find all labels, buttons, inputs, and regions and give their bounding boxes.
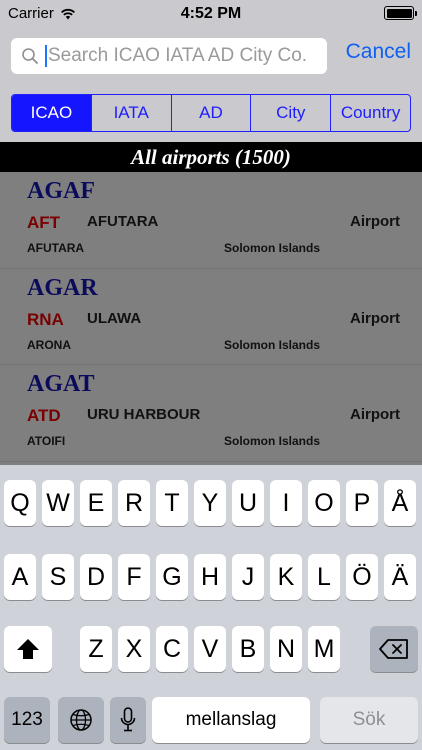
key-c[interactable]: C [156, 626, 188, 672]
microphone-icon [120, 707, 136, 732]
key-q[interactable]: Q [4, 480, 36, 526]
airport-type: Airport [350, 309, 400, 327]
airport-name: AFUTARA [87, 213, 159, 230]
airport-iata: AFT [27, 213, 61, 232]
key-a-umlaut[interactable]: Ä [384, 554, 416, 600]
airport-type: Airport [350, 406, 400, 423]
segment-icao[interactable]: ICAO [12, 95, 92, 131]
airport-icao: AGAR [27, 274, 98, 301]
delete-key[interactable] [370, 626, 418, 672]
search-icon [22, 48, 38, 64]
search-input[interactable] [48, 45, 308, 67]
airport-city: AFUTARA [27, 241, 85, 255]
key-j[interactable]: J [232, 554, 264, 600]
airport-type: Airport [350, 213, 400, 230]
key-o-umlaut[interactable]: Ö [346, 554, 378, 600]
backspace-icon [379, 639, 408, 659]
key-m[interactable]: M [308, 626, 340, 672]
airport-city: ARONA [27, 337, 71, 352]
key-w[interactable]: W [42, 480, 74, 526]
airport-icao: AGAT [27, 371, 95, 397]
key-r[interactable]: R [118, 480, 150, 526]
key-d[interactable]: D [80, 554, 112, 600]
key-l[interactable]: L [308, 554, 340, 600]
airport-row[interactable]: AGAT ATD URU HARBOUR Airport ATOIFI Solo… [0, 365, 422, 462]
key-a-ring[interactable]: Å [384, 480, 416, 526]
search-area: Cancel ICAO IATA AD City Country [0, 28, 422, 142]
airport-row[interactable]: AGAF AFT AFUTARA Airport AFUTARA Solomon… [0, 172, 422, 269]
key-a[interactable]: A [4, 554, 36, 600]
key-i[interactable]: I [270, 480, 302, 526]
key-e[interactable]: E [80, 480, 112, 526]
key-z[interactable]: Z [80, 626, 112, 672]
key-u[interactable]: U [232, 480, 264, 526]
airport-country: Solomon Islands [224, 337, 321, 352]
airport-list[interactable]: AGAF AFT AFUTARA Airport AFUTARA Solomon… [0, 172, 422, 465]
segment-iata[interactable]: IATA [92, 95, 172, 131]
airport-name: ULAWA [87, 309, 142, 327]
segment-country[interactable]: Country [331, 95, 410, 131]
battery-icon [384, 6, 417, 20]
key-b[interactable]: B [232, 626, 264, 672]
key-x[interactable]: X [118, 626, 150, 672]
airport-country: Solomon Islands [224, 434, 321, 448]
shift-key[interactable] [4, 626, 52, 672]
airport-row[interactable]: AGAR RNA ULAWA Airport ARONA Solomon Isl… [0, 269, 422, 365]
status-right [384, 6, 417, 20]
text-caret [45, 45, 47, 67]
airport-iata: RNA [27, 309, 64, 329]
segment-ad[interactable]: AD [172, 95, 252, 131]
airport-name: URU HARBOUR [87, 406, 201, 423]
keyboard: Q W E R T Y U I O P Å A S D F G H J K L … [0, 465, 422, 750]
key-h[interactable]: H [194, 554, 226, 600]
list-header: All airports (1500) [0, 142, 422, 172]
space-key[interactable]: mellanslag [152, 697, 310, 743]
key-n[interactable]: N [270, 626, 302, 672]
cancel-button[interactable]: Cancel [346, 40, 411, 64]
status-bar: Carrier 4:52 PM [0, 0, 422, 28]
numbers-key[interactable]: 123 [4, 697, 50, 743]
key-k[interactable]: K [270, 554, 302, 600]
key-p[interactable]: P [346, 480, 378, 526]
globe-icon [70, 709, 92, 731]
airport-city: ATOIFI [27, 434, 66, 448]
search-field[interactable] [11, 38, 327, 74]
key-v[interactable]: V [194, 626, 226, 672]
airport-iata: ATD [27, 406, 61, 425]
key-o[interactable]: O [308, 480, 340, 526]
globe-key[interactable] [58, 697, 104, 743]
airport-country: Solomon Islands [224, 241, 321, 255]
search-key[interactable]: Sök [320, 697, 418, 743]
status-time: 4:52 PM [180, 5, 242, 22]
segment-city[interactable]: City [251, 95, 332, 131]
key-g[interactable]: G [156, 554, 188, 600]
key-y[interactable]: Y [194, 480, 226, 526]
microphone-key[interactable] [110, 697, 146, 743]
key-s[interactable]: S [42, 554, 74, 600]
search-scope-segmented-control: ICAO IATA AD City Country [11, 94, 411, 132]
shift-icon [17, 639, 39, 659]
airport-icao: AGAF [27, 178, 95, 204]
key-f[interactable]: F [118, 554, 150, 600]
key-t[interactable]: T [156, 480, 188, 526]
